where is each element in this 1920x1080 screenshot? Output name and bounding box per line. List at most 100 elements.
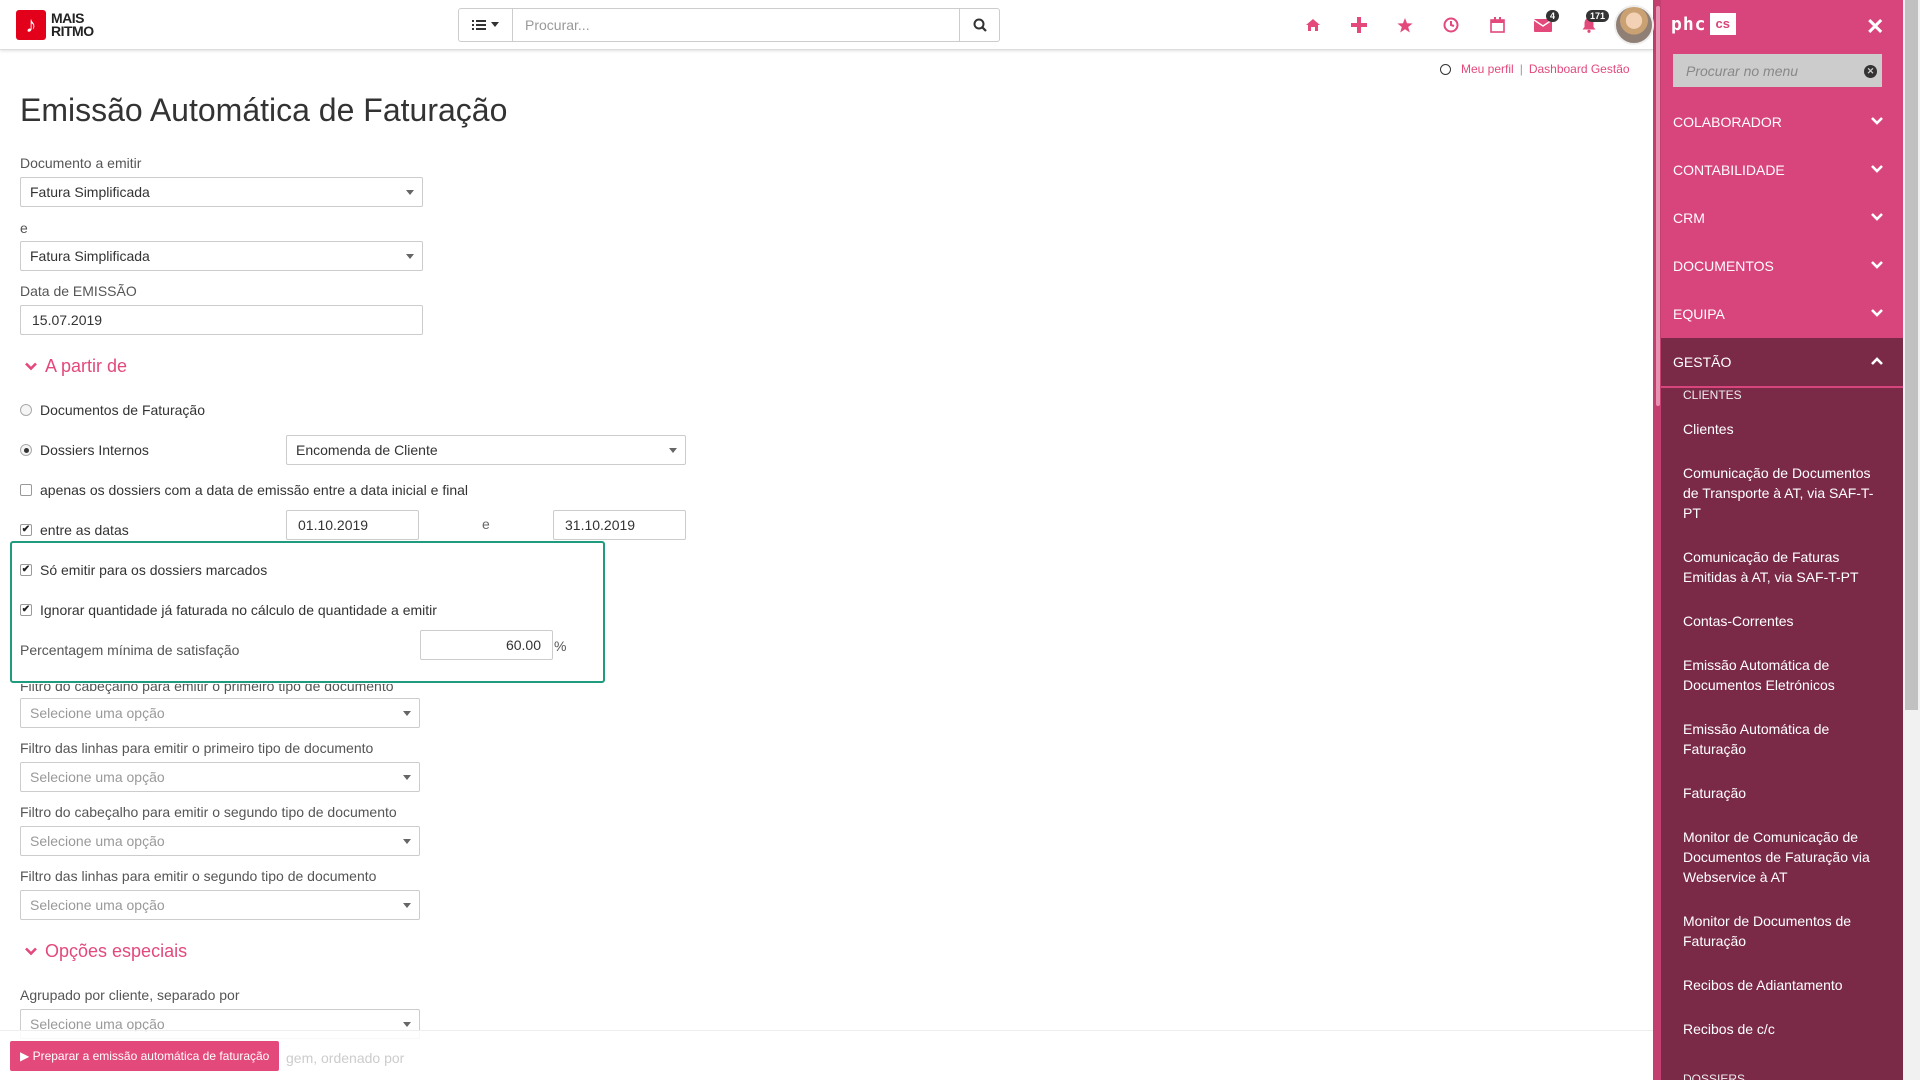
clock-icon (1443, 17, 1459, 33)
category-label: CRM (1673, 210, 1705, 226)
sidebar-item-contas-correntes[interactable]: Contas-Correntes (1683, 611, 1883, 631)
messages-button[interactable]: 4 (1520, 8, 1566, 42)
sidebar-item-clientes[interactable]: Clientes (1683, 419, 1883, 439)
brand-logo[interactable]: ♪ MAIS RITMO (16, 10, 94, 40)
document-select[interactable]: Fatura Simplificada (20, 177, 423, 207)
phc-brand: phc (1671, 13, 1707, 35)
only-dates-checkbox[interactable] (20, 484, 32, 496)
sidebar-item-doc-transporte-at[interactable]: Comunicação de Documentos de Transporte … (1683, 463, 1883, 523)
category-label: GESTÃO (1673, 354, 1732, 370)
home-button[interactable] (1290, 8, 1336, 42)
prepare-emission-button[interactable]: ▶ Preparar a emissão automática de fatur… (10, 1041, 280, 1071)
top-actions: 4 171 (1290, 8, 1612, 42)
brand-name: MAIS RITMO (51, 11, 94, 38)
recent-button[interactable] (1428, 8, 1474, 42)
date-to-input[interactable]: 31.10.2019 (553, 510, 686, 540)
page-scrollbar[interactable] (1903, 0, 1920, 1080)
only-marked-label: Só emitir para os dossiers marcados (40, 562, 268, 578)
clear-search-icon[interactable]: ✕ (1864, 65, 1877, 78)
date-from-input[interactable]: 01.10.2019 (286, 510, 419, 540)
category-label: DOCUMENTOS (1673, 258, 1774, 274)
sidebar-item-emissao-faturacao[interactable]: Emissão Automática de Faturação (1683, 719, 1883, 759)
sidebar-item-recibos-cc[interactable]: Recibos de c/c (1683, 1019, 1883, 1039)
page-scroll-thumb[interactable] (1905, 0, 1918, 710)
search-input[interactable] (513, 8, 960, 42)
music-note-icon: ♪ (16, 10, 46, 40)
radio-internal-dossiers[interactable] (20, 444, 32, 456)
sidebar-menu: phc cs ✕ ✕ COLABORADOR CONTABILIDADE CRM… (1653, 0, 1903, 1080)
search-button[interactable] (960, 8, 1000, 42)
avatar[interactable] (1614, 5, 1654, 45)
filter-header-first-select[interactable]: Selecione uma opção (20, 698, 420, 728)
app-window: ♪ MAIS RITMO Procurar... 4 171 Meu perfi… (0, 0, 1920, 1080)
favorites-button[interactable] (1382, 8, 1428, 42)
filter-header-second-select[interactable]: Selecione uma opção (20, 826, 420, 856)
sidebar-category-contabilidade[interactable]: CONTABILIDADE (1653, 146, 1903, 194)
between-dates-label: entre as datas (40, 522, 129, 538)
from-section-title: A partir de (45, 356, 128, 376)
my-profile-link[interactable]: Meu perfil (1461, 62, 1514, 76)
filter-header-first-label: Filtro do cabeçalho para emitir o primei… (20, 684, 394, 694)
radio-internal-dossiers-label: Dossiers Internos (40, 442, 149, 458)
close-icon[interactable]: ✕ (1866, 14, 1884, 40)
radio-billing-documents[interactable] (20, 404, 32, 416)
sidebar-group-clientes: CLIENTES (1683, 388, 1742, 402)
list-icon (471, 20, 486, 30)
document-label: Documento a emitir (20, 155, 142, 171)
filter-lines-first-select[interactable]: Selecione uma opção (20, 762, 420, 792)
chevron-down-icon (403, 903, 411, 908)
chevron-up-icon (1871, 357, 1883, 365)
search-scope-dropdown[interactable] (458, 8, 513, 42)
sidebar-item-faturacao[interactable]: Faturação (1683, 783, 1883, 803)
special-options-toggle[interactable]: Opções especiais (25, 941, 187, 962)
sidebar-category-crm[interactable]: CRM (1653, 194, 1903, 242)
sidebar-category-documentos[interactable]: DOCUMENTOS (1653, 242, 1903, 290)
category-label: CONTABILIDADE (1673, 162, 1785, 178)
phc-logo: phc cs (1671, 13, 1736, 35)
plus-icon (1351, 17, 1367, 33)
between-dates-checkbox[interactable]: ✔ (20, 524, 32, 536)
only-dates-label: apenas os dossiers com a data de emissão… (40, 482, 469, 498)
only-marked-checkbox[interactable]: ✔ (20, 564, 32, 576)
sidebar-category-equipa[interactable]: EQUIPA (1653, 290, 1903, 338)
dossier-type-select[interactable]: Encomenda de Cliente (286, 435, 686, 465)
page-title: Emissão Automática de Faturação (20, 92, 508, 128)
select-placeholder: Selecione uma opção (30, 769, 165, 785)
filter-lines-second-select[interactable]: Selecione uma opção (20, 890, 420, 920)
select-placeholder: Selecione uma opção (30, 833, 165, 849)
sidebar-item-monitor-webservice[interactable]: Monitor de Comunicação de Documentos de … (1683, 827, 1883, 887)
chevron-down-icon (25, 947, 37, 956)
calendar-button[interactable] (1474, 8, 1520, 42)
sidebar-header: phc cs ✕ (1653, 0, 1903, 50)
chevron-down-icon (403, 839, 411, 844)
sidebar-category-gestao[interactable]: GESTÃO (1653, 338, 1903, 386)
chevron-down-icon (1871, 213, 1883, 221)
cs-brand: cs (1709, 13, 1736, 35)
group-by-label: Agrupado por cliente, separado por (20, 987, 240, 1003)
sidebar-item-recibos-adiantamento[interactable]: Recibos de Adiantamento (1683, 975, 1883, 995)
min-percentage-label: Percentagem mínima de satisfação (20, 642, 240, 658)
min-percentage-input[interactable]: 60.00 (420, 630, 553, 660)
chevron-down-icon (669, 448, 677, 453)
filter-lines-second-label: Filtro das linhas para emitir o segundo … (20, 868, 377, 884)
sidebar-scroll-thumb[interactable] (1656, 6, 1660, 406)
ignore-quantity-checkbox[interactable]: ✔ (20, 604, 32, 616)
chevron-down-icon (1871, 117, 1883, 125)
date-range-and: e (482, 516, 490, 532)
menu-search-input[interactable] (1673, 54, 1882, 87)
document-select-value: Fatura Simplificada (30, 184, 150, 200)
second-document-select[interactable]: Fatura Simplificada (20, 241, 423, 271)
clock-icon (1440, 63, 1451, 75)
emission-date-input[interactable]: 15.07.2019 (20, 305, 423, 335)
emission-date-label: Data de EMISSÃO (20, 283, 137, 299)
sidebar-group-dossiers: DOSSIERS (1683, 1072, 1746, 1080)
sidebar-item-monitor-faturacao[interactable]: Monitor de Documentos de Faturação (1683, 911, 1883, 951)
sidebar-item-faturas-at[interactable]: Comunicação de Faturas Emitidas à AT, vi… (1683, 547, 1883, 587)
chevron-down-icon (403, 711, 411, 716)
from-section-toggle[interactable]: A partir de (25, 356, 127, 377)
sidebar-item-emissao-doc-eletronicos[interactable]: Emissão Automática de Documentos Eletrón… (1683, 655, 1883, 695)
add-button[interactable] (1336, 8, 1382, 42)
notifications-button[interactable]: 171 (1566, 8, 1612, 42)
dashboard-link[interactable]: Dashboard Gestão (1529, 62, 1630, 76)
sidebar-category-colaborador[interactable]: COLABORADOR (1653, 98, 1903, 146)
